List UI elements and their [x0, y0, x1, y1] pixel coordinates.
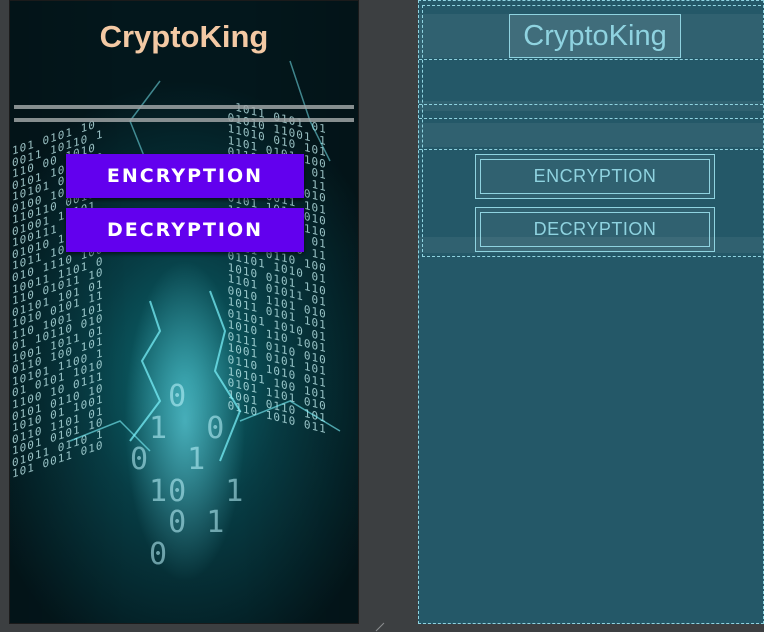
blueprint-encryption-button[interactable]: ENCRYPTION	[475, 154, 715, 199]
encryption-button[interactable]: ENCRYPTION	[66, 154, 304, 198]
blueprint-encryption-label: ENCRYPTION	[480, 159, 710, 194]
blueprint-decryption-label: DECRYPTION	[480, 212, 710, 247]
divider-top	[14, 105, 354, 109]
blueprint-guide-divider-top	[419, 104, 763, 105]
blueprint-guide-buttons-top	[419, 149, 763, 150]
blueprint-view[interactable]: CryptoKing ENCRYPTION DECRYPTION	[418, 0, 764, 624]
divider-bottom	[14, 118, 354, 122]
blueprint-guide-title-bottom	[419, 59, 763, 60]
resize-handle-icon[interactable]	[374, 622, 386, 632]
blueprint-app-title[interactable]: CryptoKing	[509, 14, 681, 58]
blueprint-decryption-button[interactable]: DECRYPTION	[475, 207, 715, 252]
design-preview[interactable]: 101 0101 10 0011 10110 1 110 00 1010 010…	[9, 0, 359, 624]
background-crack-lines	[69, 60, 341, 462]
app-title: CryptoKing	[99, 19, 269, 54]
decryption-button[interactable]: DECRYPTION	[66, 208, 304, 252]
blueprint-guide-divider-bottom	[419, 118, 763, 119]
